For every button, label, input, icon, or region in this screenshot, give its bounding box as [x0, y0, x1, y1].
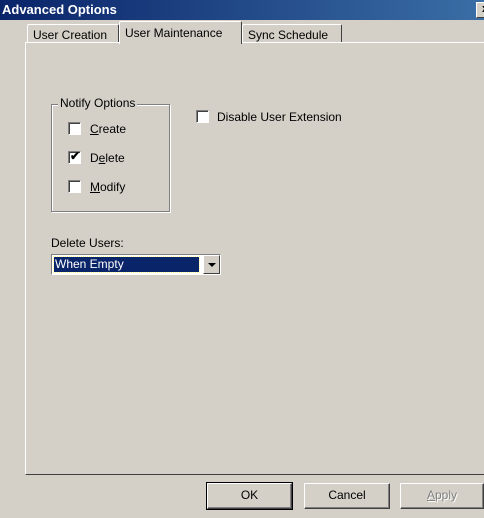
dialog-title: Advanced Options — [2, 2, 117, 17]
delete-users-value: When Empty — [53, 256, 200, 273]
advanced-options-dialog: Advanced Options x User Creation User Ma… — [0, 0, 484, 518]
modify-label[interactable]: Modify — [90, 180, 125, 194]
disable-user-extension-checkbox[interactable] — [196, 110, 209, 123]
create-label[interactable]: Create — [90, 122, 126, 136]
close-button[interactable]: x — [476, 2, 484, 18]
disable-user-extension-label[interactable]: Disable User Extension — [217, 110, 342, 124]
delete-label[interactable]: Delete — [90, 151, 125, 165]
apply-button-rest: pply — [435, 488, 458, 502]
modify-checkbox[interactable] — [68, 180, 81, 193]
tab-user-maintenance[interactable]: User Maintenance — [119, 21, 242, 44]
create-label-post: reate — [98, 122, 127, 136]
apply-button[interactable]: Apply — [400, 483, 484, 509]
apply-button-mnemonic: A — [426, 488, 435, 502]
cancel-button[interactable]: Cancel — [304, 483, 390, 509]
ok-button[interactable]: OK — [206, 482, 293, 510]
modify-label-post: odify — [100, 180, 126, 194]
create-label-mnemonic: C — [90, 122, 99, 136]
tab-sync-schedule[interactable]: Sync Schedule — [242, 24, 342, 44]
chevron-down-icon[interactable] — [203, 255, 220, 274]
delete-checkbox[interactable]: ✔ — [68, 149, 81, 164]
tab-sync-schedule-label: Sync Schedule — [248, 28, 329, 42]
title-bar: Advanced Options x — [0, 0, 484, 20]
delete-users-select[interactable]: When Empty — [51, 254, 221, 275]
delete-label-pre: D — [90, 151, 99, 165]
checkmark-icon: ✔ — [70, 149, 81, 163]
delete-users-label: Delete Users: — [51, 236, 124, 250]
cancel-button-label: Cancel — [328, 488, 366, 502]
tab-user-maintenance-label: User Maintenance — [125, 26, 223, 40]
create-checkbox[interactable] — [68, 122, 81, 135]
tab-user-creation-label: User Creation — [33, 28, 108, 42]
tab-user-creation[interactable]: User Creation — [27, 24, 119, 44]
delete-label-post: lete — [105, 151, 125, 165]
modify-label-mnemonic: M — [90, 180, 100, 194]
ok-button-label: OK — [240, 488, 259, 502]
notify-options-label: Notify Options — [58, 96, 138, 110]
